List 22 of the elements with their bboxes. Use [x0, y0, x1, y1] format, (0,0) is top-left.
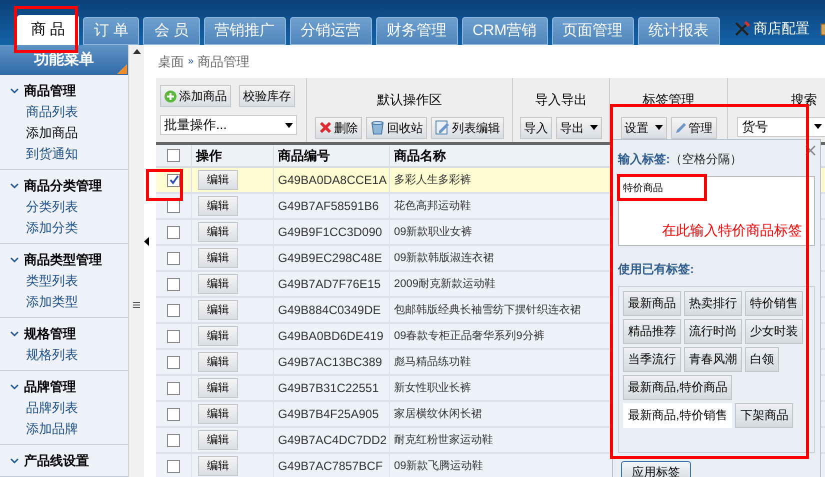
input-hint: （空格分隔） [670, 151, 742, 168]
input-label: 输入标签: [618, 151, 670, 168]
table-cell: G49B7B4F25A905 [273, 402, 389, 426]
table-cell: G49BA0DA8CCE1A [273, 168, 389, 192]
breadcrumb-separator: » [188, 55, 194, 69]
column-header: 商品编号 [273, 145, 389, 166]
table-cell: G49B7B31C22551 [273, 376, 389, 400]
table-cell: G49B7AC4DC7DD2 [273, 428, 389, 452]
table-cell: G49B9EC298C48E [273, 246, 389, 270]
annotation-text: 在此输入特价商品标签 [662, 220, 802, 240]
breadcrumb-current: 商品管理 [198, 52, 250, 71]
table-cell: G49B7AC7857BCF [273, 454, 389, 477]
table-cell: G49B9F1CC3D090 [273, 220, 389, 244]
table-cell: G49B7AC13BC389 [273, 350, 389, 374]
sidebar-title: 功能菜单 [34, 50, 94, 70]
group-title: 导入导出 [535, 91, 587, 109]
table-cell: G49B7AD7F76E15 [273, 272, 389, 296]
column-header: 操作 [191, 145, 273, 166]
table-cell: G49B7AF58591B6 [273, 194, 389, 218]
table-cell: G49B884C0349DE [273, 298, 389, 322]
table-cell: G49BA0BD6DE419 [273, 324, 389, 348]
group-title: 默认操作区 [377, 91, 442, 109]
